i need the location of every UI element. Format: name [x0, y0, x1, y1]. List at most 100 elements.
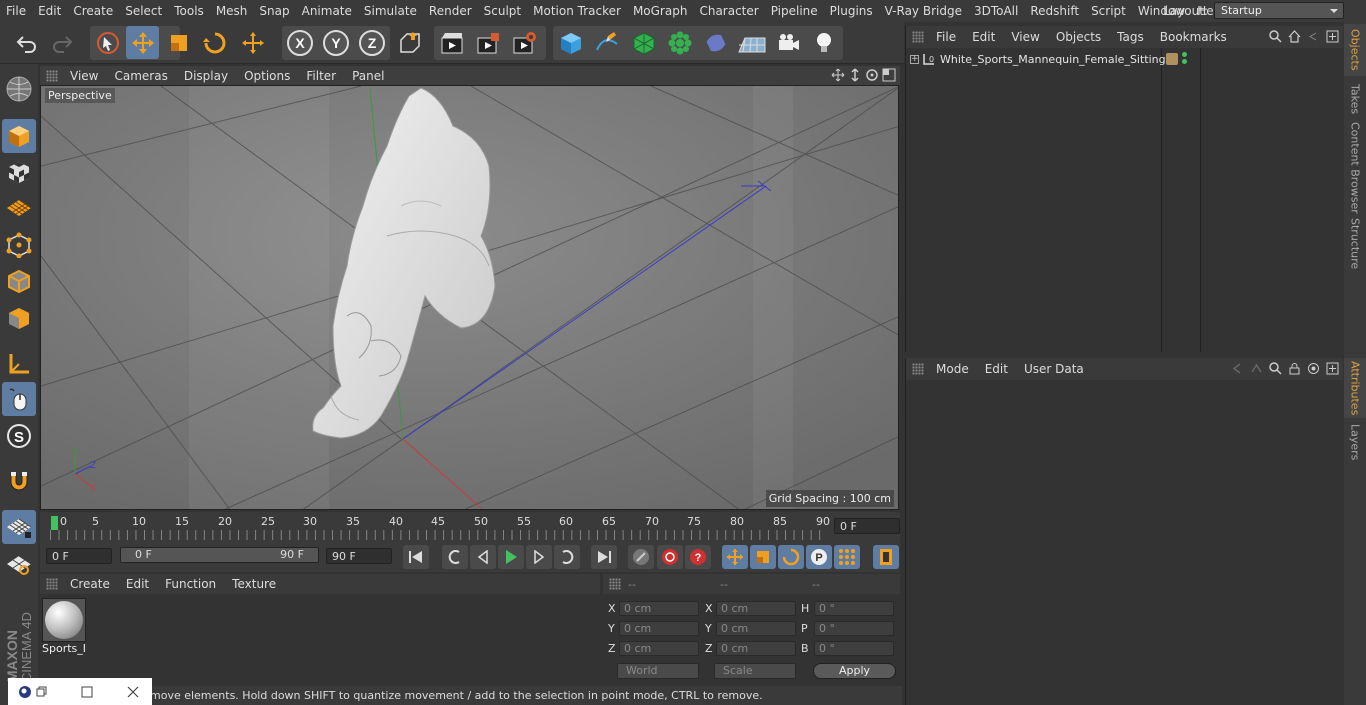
key-rotation-icon[interactable] — [778, 545, 804, 569]
tweak-mode-icon[interactable] — [2, 382, 36, 416]
menu-script[interactable]: Script — [1085, 0, 1132, 22]
panel-grip-icon[interactable] — [46, 69, 58, 82]
menu-motion-tracker[interactable]: Motion Tracker — [527, 0, 627, 22]
obj-menu-objects[interactable]: Objects — [1048, 30, 1109, 44]
play-icon[interactable] — [498, 545, 524, 569]
z-axis-lock-icon[interactable]: Z — [355, 26, 388, 59]
menu-mograph[interactable]: MoGraph — [627, 0, 694, 22]
edges-mode-icon[interactable] — [2, 264, 36, 298]
snapping-icon[interactable]: S — [2, 419, 36, 453]
coord-scale-select[interactable]: Scale — [714, 663, 796, 679]
coord-mode-select[interactable]: World — [617, 663, 699, 679]
attributes-grip-icon[interactable] — [912, 363, 924, 375]
object-row[interactable]: + 0 White_Sports_Mannequin_Female_Sittin… — [906, 50, 1344, 68]
menu-pipeline[interactable]: Pipeline — [765, 0, 824, 22]
obj-menu-edit[interactable]: Edit — [964, 30, 1003, 44]
move-tool-icon[interactable] — [126, 26, 159, 59]
viewport-toggle-icon[interactable] — [882, 68, 896, 82]
tab-structure[interactable]: Structure — [1344, 216, 1366, 272]
tab-attributes[interactable]: Attributes — [1344, 358, 1366, 418]
home-icon[interactable] — [1288, 30, 1301, 43]
attr-menu-edit[interactable]: Edit — [977, 362, 1016, 376]
model-mode-icon[interactable] — [2, 119, 36, 153]
cloner-icon[interactable] — [663, 26, 696, 59]
menu-mesh[interactable]: Mesh — [210, 0, 254, 22]
rot-p-field[interactable]: 0 ° — [814, 621, 894, 636]
attr-menu-user-data[interactable]: User Data — [1016, 362, 1092, 376]
render-settings-icon[interactable] — [507, 26, 540, 59]
size-z-field[interactable]: 0 cm — [716, 641, 796, 656]
coords-grip-icon[interactable] — [609, 578, 621, 590]
floor-grid-lock-icon[interactable] — [2, 510, 36, 544]
obj-menu-bookmarks[interactable]: Bookmarks — [1152, 30, 1235, 44]
record-key-icon[interactable] — [657, 545, 683, 569]
vp-menu-display[interactable]: Display — [176, 69, 236, 83]
menu-3dtoall[interactable]: 3DToAll — [968, 0, 1024, 22]
menu-select[interactable]: Select — [119, 0, 168, 22]
object-name[interactable]: White_Sports_Mannequin_Female_Sitting — [940, 53, 1166, 66]
key-position-icon[interactable] — [722, 545, 748, 569]
auto-key-icon[interactable]: ? — [685, 545, 711, 569]
deformer-icon[interactable] — [699, 26, 732, 59]
back-icon[interactable] — [1307, 30, 1320, 43]
rot-b-field[interactable]: 0 ° — [814, 641, 894, 656]
menu-snap[interactable]: Snap — [253, 0, 295, 22]
objects-grip-icon[interactable] — [912, 31, 924, 43]
timeline-ruler[interactable]: 0 5 10 15 20 25 30 35 40 45 50 55 60 65 … — [40, 512, 900, 542]
undo-icon[interactable] — [10, 26, 43, 59]
attr-up-icon[interactable] — [1250, 362, 1263, 375]
menu-file[interactable]: File — [0, 0, 32, 22]
maximize-icon[interactable] — [81, 686, 93, 698]
cube-icon[interactable] — [554, 26, 587, 59]
vp-menu-view[interactable]: View — [62, 69, 106, 83]
go-to-end-icon[interactable] — [591, 545, 617, 569]
menu-create[interactable]: Create — [67, 0, 119, 22]
subdivision-surface-icon[interactable] — [627, 26, 660, 59]
size-y-field[interactable]: 0 cm — [716, 621, 796, 636]
apply-button[interactable]: Apply — [813, 663, 896, 679]
polygons-mode-icon[interactable] — [2, 301, 36, 335]
timeline-window-icon[interactable] — [873, 545, 899, 569]
pos-z-field[interactable]: 0 cm — [619, 641, 699, 656]
tab-takes[interactable]: Takes — [1344, 78, 1366, 120]
obj-menu-file[interactable]: File — [928, 30, 964, 44]
tab-content-browser[interactable]: Content Browser — [1344, 122, 1366, 214]
menu-render[interactable]: Render — [423, 0, 478, 22]
vp-menu-cameras[interactable]: Cameras — [106, 69, 175, 83]
menu-vray-bridge[interactable]: V-Ray Bridge — [879, 0, 968, 22]
close-icon[interactable] — [127, 686, 139, 698]
attr-back-icon[interactable] — [1231, 362, 1244, 375]
perspective-viewport[interactable]: Y Z X Perspective Grid Spacing : 100 cm — [40, 85, 899, 510]
mat-menu-edit[interactable]: Edit — [118, 577, 157, 591]
menu-sculpt[interactable]: Sculpt — [478, 0, 527, 22]
menu-animate[interactable]: Animate — [296, 0, 358, 22]
attr-search-icon[interactable] — [1269, 362, 1282, 375]
transform-tool-icon[interactable] — [236, 26, 269, 59]
key-pla-icon[interactable] — [834, 545, 860, 569]
camera-icon[interactable] — [771, 26, 804, 59]
target-icon[interactable] — [1307, 362, 1320, 375]
current-frame-field[interactable]: 0 F — [834, 518, 900, 534]
material-grip-icon[interactable] — [46, 578, 58, 590]
expand-icon[interactable]: + — [910, 54, 919, 64]
floor-scene-icon[interactable] — [735, 26, 768, 59]
live-select-icon[interactable] — [91, 26, 124, 59]
menu-edit[interactable]: Edit — [32, 0, 67, 22]
x-axis-lock-icon[interactable]: X — [283, 26, 316, 59]
vp-menu-options[interactable]: Options — [236, 69, 298, 83]
rot-h-field[interactable]: 0 ° — [814, 601, 894, 616]
obj-menu-tags[interactable]: Tags — [1109, 30, 1152, 44]
new-panel-icon[interactable] — [1326, 30, 1339, 43]
vp-menu-filter[interactable]: Filter — [298, 69, 344, 83]
layout-select[interactable]: Startup — [1214, 2, 1344, 19]
redo-icon[interactable] — [45, 26, 78, 59]
tab-objects[interactable]: Objects — [1344, 24, 1366, 76]
y-axis-lock-icon[interactable]: Y — [319, 26, 352, 59]
key-scale-icon[interactable] — [750, 545, 776, 569]
viewport-zoom-icon[interactable] — [848, 68, 862, 82]
menu-plugins[interactable]: Plugins — [824, 0, 879, 22]
end-frame-field[interactable]: 90 F — [326, 548, 392, 564]
points-mode-icon[interactable] — [2, 228, 36, 262]
search-icon[interactable] — [1269, 30, 1282, 43]
frame-range-slider[interactable]: 0 F 90 F — [120, 547, 319, 563]
